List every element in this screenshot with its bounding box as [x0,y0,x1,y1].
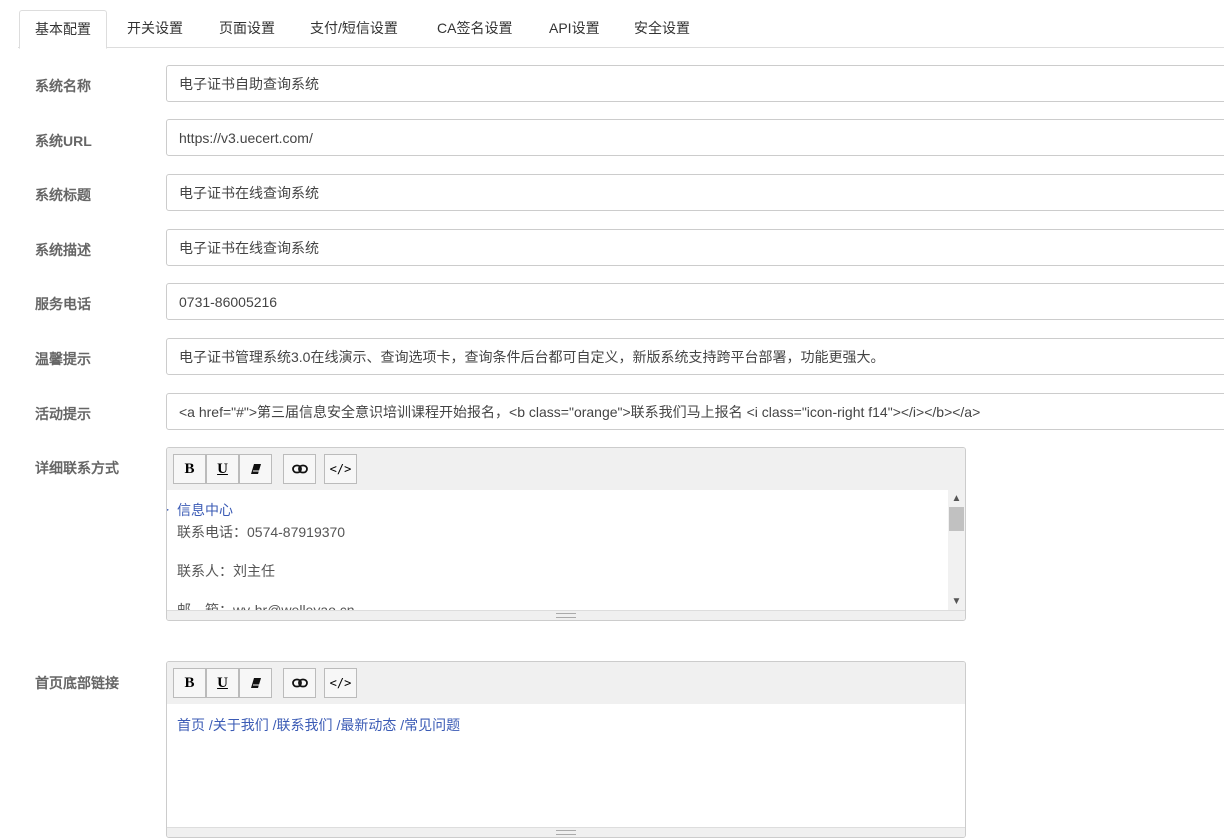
link-icon[interactable] [283,454,316,484]
editor-resize-handle[interactable] [167,610,965,620]
footer-editor-label: 首页底部链接 [35,675,119,691]
system-name-label: 系统名称 [35,78,91,94]
tab-basic-config[interactable]: 基本配置 [19,10,107,49]
system-title-input[interactable]: 电子证书在线查询系统 [166,174,1224,211]
contact-editor-content[interactable]: ▸信息中心 联系电话：0574-87919370 联系人：刘主任 邮 箱：wy-… [167,490,965,620]
grip-icon [556,830,576,835]
bold-button[interactable]: B [173,454,206,484]
contact-heading[interactable]: 信息中心 [177,502,233,518]
footer-link-faq[interactable]: /常见问题 [400,717,460,733]
tab-ca-signature-settings[interactable]: CA签名设置 [437,10,512,47]
footer-link-news[interactable]: /最新动态 [336,717,396,733]
activity-input[interactable]: <a href="#">第三届信息安全意识培训课程开始报名，<b class="… [166,393,1224,430]
contact-person: 联系人：刘主任 [177,563,275,579]
tips-label: 温馨提示 [35,351,91,367]
eraser-icon[interactable] [239,668,272,698]
tab-api-settings[interactable]: API设置 [549,10,600,47]
editor-toolbar: B U </> [167,448,965,490]
footer-link-about[interactable]: /关于我们 [209,717,269,733]
system-name-input[interactable]: 电子证书自助查询系统 [166,65,1224,102]
scroll-down-icon[interactable]: ▼ [948,593,965,610]
system-url-label: 系统URL [35,133,92,149]
scroll-up-icon[interactable]: ▲ [948,490,965,507]
link-icon[interactable] [283,668,316,698]
tips-input[interactable]: 电子证书管理系统3.0在线演示、查询选项卡，查询条件后台都可自定义，新版系统支持… [166,338,1224,375]
footer-link-contact[interactable]: /联系我们 [273,717,333,733]
contact-editor-label: 详细联系方式 [35,460,119,476]
service-phone-label: 服务电话 [35,296,91,312]
activity-label: 活动提示 [35,406,91,422]
system-title-label: 系统标题 [35,187,91,203]
settings-tabs: 基本配置 开关设置 页面设置 支付/短信设置 CA签名设置 API设置 安全设置 [0,0,1224,49]
footer-rich-editor: B U </> 首页 /关于我们 /联系我们 /最新动态 /常见问题 [166,661,966,838]
editor-scrollbar[interactable]: ▲ ▼ [948,490,965,610]
tab-page-settings[interactable]: 页面设置 [219,10,275,47]
scroll-thumb[interactable] [949,507,964,531]
tab-switch-settings[interactable]: 开关设置 [127,10,183,47]
underline-button[interactable]: U [206,668,239,698]
service-phone-input[interactable]: 0731-86005216 [166,283,1224,320]
tabs-divider [18,47,1224,48]
tab-payment-sms-settings[interactable]: 支付/短信设置 [310,10,398,47]
footer-link-home[interactable]: 首页 [177,717,205,733]
footer-editor-content[interactable]: 首页 /关于我们 /联系我们 /最新动态 /常见问题 [167,704,965,837]
contact-phone: 联系电话：0574-87919370 [177,524,346,540]
code-view-icon[interactable]: </> [324,668,357,698]
bold-button[interactable]: B [173,668,206,698]
tab-security-settings[interactable]: 安全设置 [634,10,690,47]
code-view-icon[interactable]: </> [324,454,357,484]
editor-toolbar: B U </> [167,662,965,704]
editor-resize-handle[interactable] [167,827,965,837]
contact-rich-editor: B U </> ▸信息中心 联系电话：0574-87919370 联系人：刘主任… [166,447,966,621]
grip-icon [556,613,576,618]
underline-button[interactable]: U [206,454,239,484]
system-url-input[interactable]: https://v3.uecert.com/ [166,119,1224,156]
eraser-icon[interactable] [239,454,272,484]
system-desc-input[interactable]: 电子证书在线查询系统 [166,229,1224,266]
system-desc-label: 系统描述 [35,242,91,258]
